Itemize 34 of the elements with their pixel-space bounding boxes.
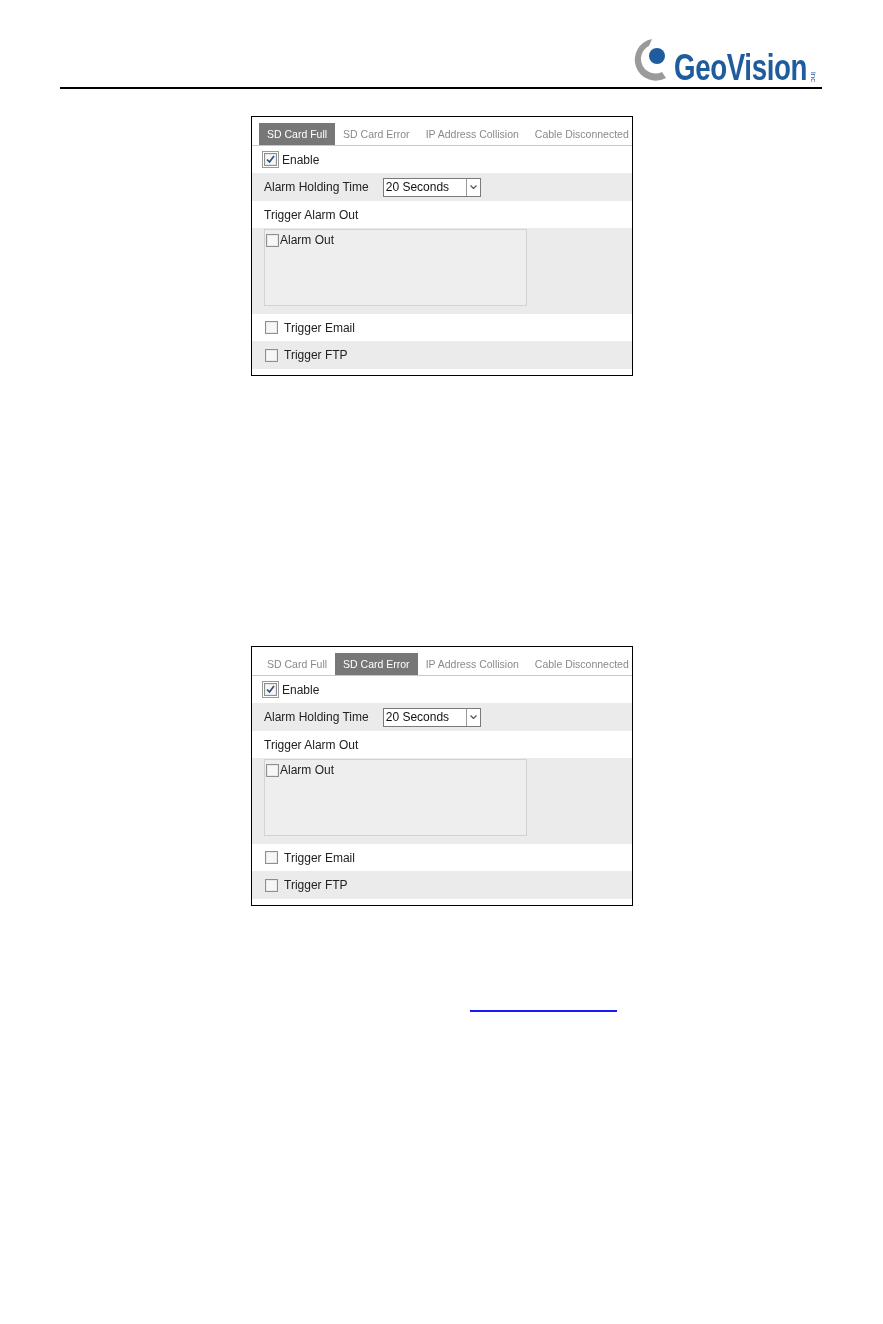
tab[interactable]: SD Card Error (335, 123, 418, 145)
caret-icon (469, 185, 477, 189)
checkbox[interactable] (266, 763, 279, 777)
tab[interactable]: Cable Disconnected (526, 123, 637, 145)
checkbox[interactable] (265, 348, 278, 362)
dropdown[interactable]: 20 Seconds (382, 177, 481, 197)
checkbox[interactable] (265, 878, 278, 892)
tab[interactable]: SD Card Full (259, 123, 336, 145)
logo-text: GeoVision (674, 50, 808, 86)
checkbox-label: Trigger FTP (284, 878, 348, 892)
tab[interactable]: SD Card Error (335, 653, 418, 675)
section-label: Trigger Alarm Out (264, 207, 359, 222)
checkbox[interactable] (262, 681, 279, 698)
section-label: Trigger Alarm Out (264, 737, 359, 752)
tab[interactable]: IP Address Collision (417, 653, 527, 675)
tab[interactable]: IP Address Collision (417, 123, 527, 145)
checkbox[interactable] (262, 151, 279, 168)
checkbox-label: Trigger Email (284, 320, 355, 335)
field-label: Alarm Holding Time (264, 710, 369, 724)
checkbox-label: Alarm Out (280, 233, 334, 247)
checkbox-label: Enable (282, 682, 320, 697)
checkbox[interactable] (265, 851, 278, 864)
checkbox-label: Trigger Email (284, 850, 355, 865)
tab[interactable]: Cable Disconnected (526, 653, 637, 675)
tab[interactable]: SD Card Full (259, 653, 336, 675)
dropdown[interactable]: 20 Seconds (382, 707, 481, 727)
field-label: Alarm Holding Time (264, 180, 369, 194)
caret-icon (469, 715, 477, 719)
logo-suffix: inc (809, 71, 817, 82)
checkbox[interactable] (265, 321, 278, 334)
checkbox-label: Trigger FTP (284, 348, 348, 362)
checkbox[interactable] (266, 233, 279, 247)
checkbox-label: Enable (282, 152, 320, 167)
checkbox-label: Alarm Out (280, 763, 334, 777)
